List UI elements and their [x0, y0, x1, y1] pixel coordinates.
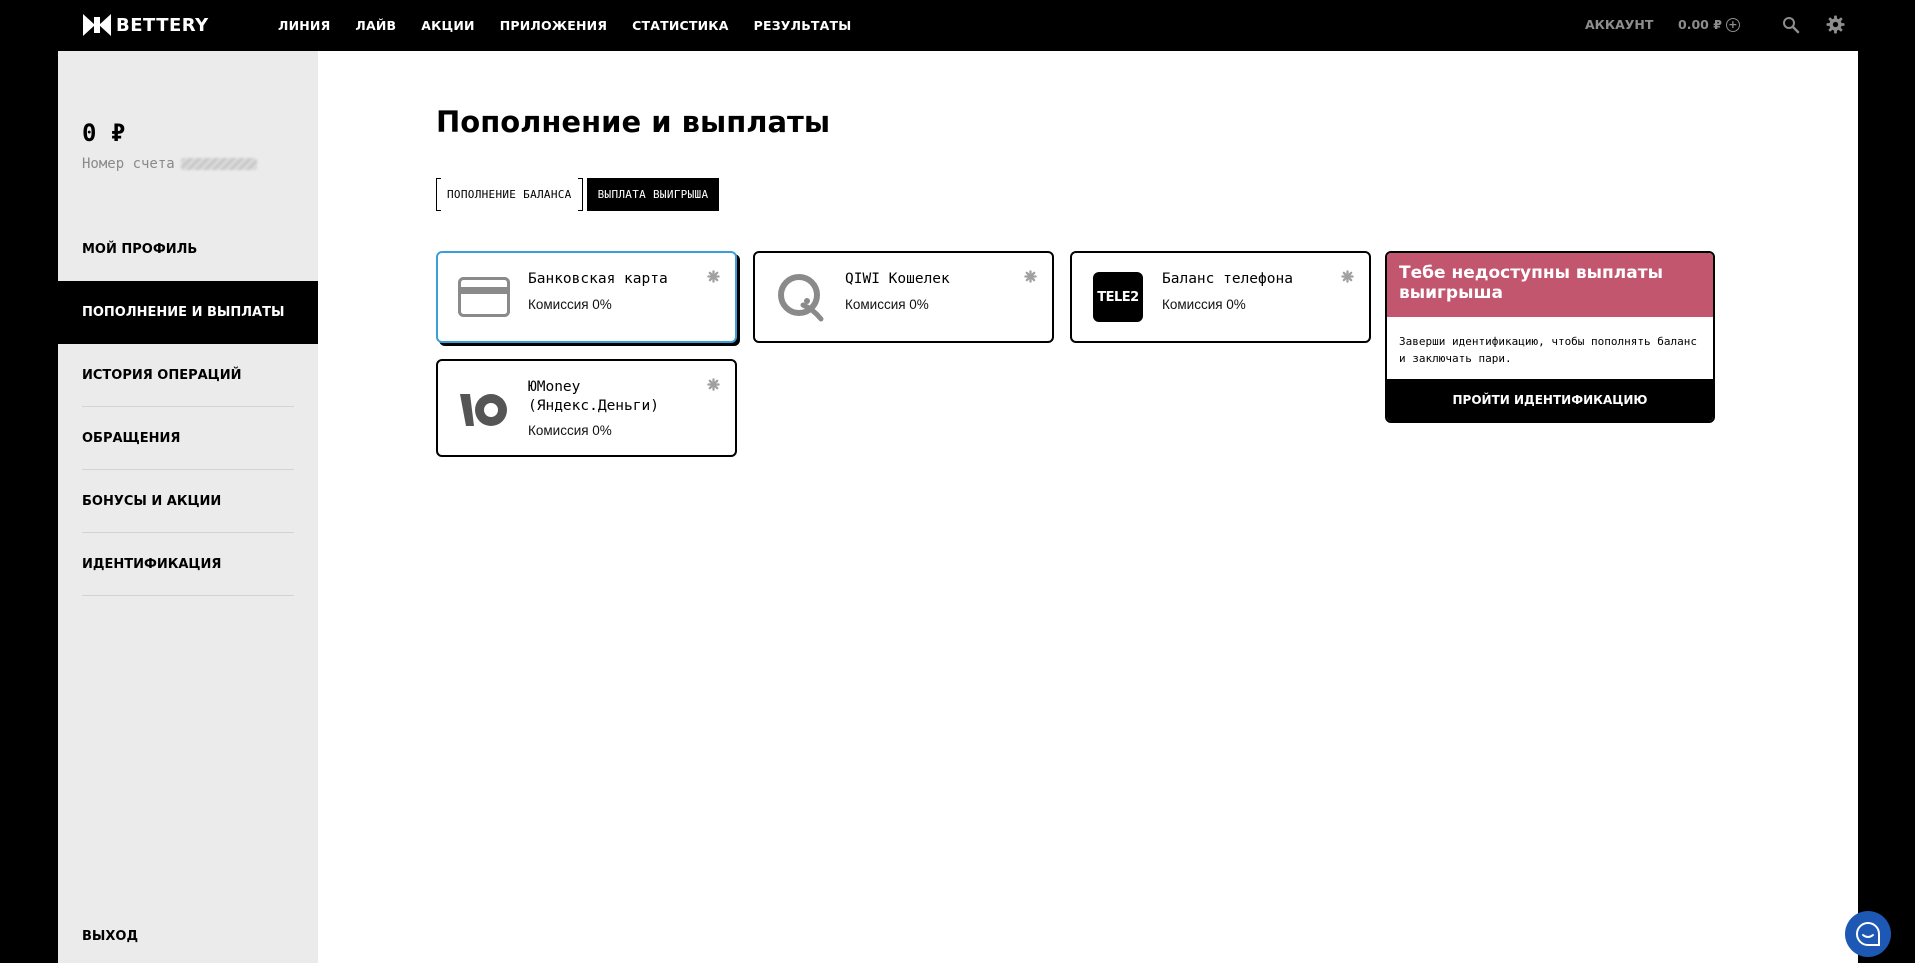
- nav-statistics[interactable]: СТАТИСТИКА: [632, 18, 728, 33]
- sidebar-item-identification[interactable]: ИДЕНТИФИКАЦИЯ: [82, 533, 294, 596]
- method-name: Банковская карта: [528, 271, 668, 287]
- top-bar: BETTERY ЛИНИЯ ЛАЙВ АКЦИИ ПРИЛОЖЕНИЯ СТАТ…: [0, 0, 1915, 51]
- tabs: ПОПОЛНЕНИЕ БАЛАНСА ВЫПЛАТА ВЫИГРЫША: [436, 178, 720, 211]
- gear-icon[interactable]: [1826, 15, 1845, 34]
- info-star-icon[interactable]: [707, 378, 720, 391]
- card-icon: [458, 271, 510, 323]
- payment-method-yumoney[interactable]: ЮMoney (Яндекс.Деньги) Комиссия 0%: [436, 359, 737, 457]
- nav-promotions[interactable]: АКЦИИ: [421, 18, 474, 33]
- support-chat-button[interactable]: [1845, 911, 1891, 957]
- payment-method-phone-balance[interactable]: TELE2 Баланс телефона Комиссия 0%: [1070, 251, 1371, 343]
- main-nav: ЛИНИЯ ЛАЙВ АКЦИИ ПРИЛОЖЕНИЯ СТАТИСТИКА Р…: [278, 0, 876, 51]
- nav-line[interactable]: ЛИНИЯ: [278, 18, 330, 33]
- account-number-hidden: [180, 158, 257, 170]
- header-balance-value: 0.00 ₽: [1678, 17, 1722, 32]
- method-name: ЮMoney (Яндекс.Деньги): [528, 379, 659, 414]
- plus-circle-icon[interactable]: +: [1725, 17, 1740, 32]
- logo-mark-icon: [83, 14, 111, 36]
- logout-link[interactable]: ВЫХОД: [82, 929, 138, 944]
- sidebar-item-profile[interactable]: МОЙ ПРОФИЛЬ: [82, 218, 294, 281]
- search-icon[interactable]: [1782, 16, 1800, 34]
- info-star-icon[interactable]: [1341, 270, 1354, 283]
- method-fee: Комиссия 0%: [1162, 297, 1246, 312]
- payment-method-bank-card[interactable]: Банковская карта Комиссия 0%: [436, 251, 737, 343]
- nav-results[interactable]: РЕЗУЛЬТАТЫ: [754, 18, 852, 33]
- nav-apps[interactable]: ПРИЛОЖЕНИЯ: [500, 18, 607, 33]
- method-fee: Комиссия 0%: [528, 423, 612, 438]
- tab-withdrawal[interactable]: ВЫПЛАТА ВЫИГРЫША: [586, 178, 720, 211]
- page-title: Пополнение и выплаты: [436, 105, 831, 139]
- start-identification-button[interactable]: ПРОЙТИ ИДЕНТИФИКАЦИЮ: [1387, 379, 1713, 421]
- logo[interactable]: BETTERY: [81, 13, 209, 37]
- main-content: Пополнение и выплаты ПОПОЛНЕНИЕ БАЛАНСА …: [318, 51, 1858, 963]
- info-star-icon[interactable]: [1024, 270, 1037, 283]
- notice-title: Тебе недоступны выплаты выигрыша: [1387, 253, 1713, 317]
- method-name: Баланс телефона: [1162, 271, 1293, 287]
- sidebar-item-deposits-withdrawals[interactable]: ПОПОЛНЕНИЕ И ВЫПЛАТЫ: [58, 281, 318, 344]
- qiwi-icon: [775, 271, 827, 323]
- header-balance[interactable]: 0.00 ₽ +: [1678, 17, 1740, 32]
- sidebar-item-bonuses[interactable]: БОНУСЫ И АКЦИИ: [82, 470, 294, 533]
- sidebar: 0 ₽ Номер счета МОЙ ПРОФИЛЬ ПОПОЛНЕНИЕ И…: [58, 51, 318, 963]
- account-number-label: Номер счета: [82, 156, 175, 172]
- account-link[interactable]: АККАУНТ: [1585, 17, 1653, 32]
- tele2-logo-text: TELE2: [1097, 289, 1139, 305]
- info-star-icon[interactable]: [707, 270, 720, 283]
- tab-deposit[interactable]: ПОПОЛНЕНИЕ БАЛАНСА: [436, 178, 583, 211]
- identification-notice: Тебе недоступны выплаты выигрыша Заверши…: [1385, 251, 1715, 423]
- sidebar-menu: МОЙ ПРОФИЛЬ ПОПОЛНЕНИЕ И ВЫПЛАТЫ ИСТОРИЯ…: [58, 218, 318, 596]
- method-name: QIWI Кошелек: [845, 271, 950, 287]
- account-number: Номер счета: [82, 156, 257, 172]
- method-fee: Комиссия 0%: [845, 297, 929, 312]
- yumoney-icon: [458, 384, 510, 436]
- chat-icon: [1856, 921, 1880, 946]
- sidebar-balance: 0 ₽: [82, 119, 126, 147]
- nav-live[interactable]: ЛАЙВ: [355, 18, 396, 33]
- sidebar-item-support[interactable]: ОБРАЩЕНИЯ: [82, 407, 294, 470]
- payment-method-qiwi[interactable]: QIWI Кошелек Комиссия 0%: [753, 251, 1054, 343]
- logo-text: BETTERY: [116, 14, 209, 36]
- tele2-icon: TELE2: [1092, 271, 1144, 323]
- notice-text: Заверши идентификацию, чтобы пополнять б…: [1399, 335, 1698, 365]
- method-fee: Комиссия 0%: [528, 297, 612, 312]
- sidebar-item-history[interactable]: ИСТОРИЯ ОПЕРАЦИЙ: [82, 344, 294, 407]
